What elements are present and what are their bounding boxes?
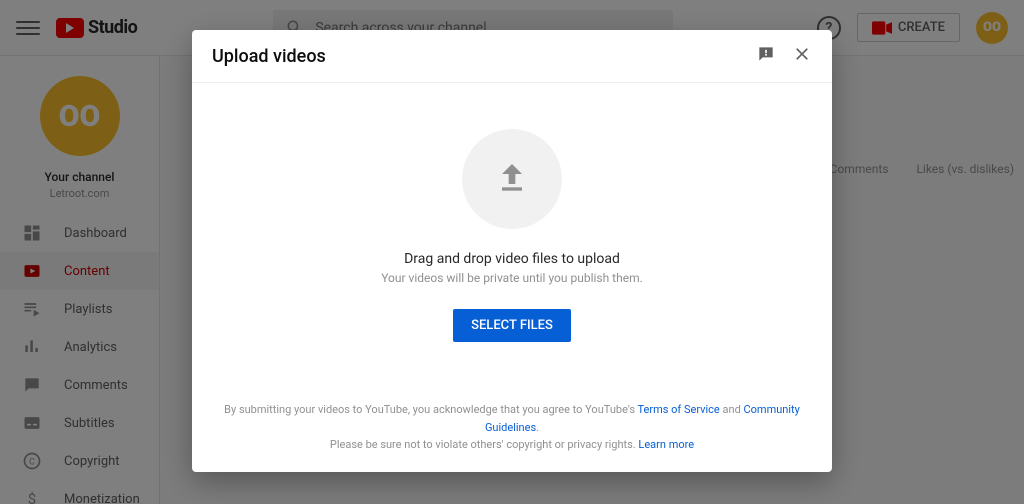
drop-title: Drag and drop video files to upload: [404, 251, 620, 267]
legal-dot: .: [536, 421, 539, 434]
modal-title: Upload videos: [212, 46, 326, 67]
upload-modal: Upload videos Drag and drop video files …: [192, 30, 832, 472]
modal-footer: By submitting your videos to YouTube, yo…: [192, 387, 832, 472]
legal-and: and: [720, 403, 744, 416]
upload-dropzone[interactable]: Drag and drop video files to upload Your…: [192, 83, 832, 387]
upload-icon: [462, 129, 562, 229]
legal-text-2: Please be sure not to violate others' co…: [330, 438, 639, 451]
modal-header: Upload videos: [192, 30, 832, 83]
select-files-button[interactable]: SELECT FILES: [453, 309, 571, 342]
drop-subtitle: Your videos will be private until you pu…: [381, 271, 643, 285]
close-icon[interactable]: [792, 44, 812, 68]
modal-overlay[interactable]: Upload videos Drag and drop video files …: [0, 0, 1024, 504]
legal-text-1: By submitting your videos to YouTube, yo…: [224, 403, 637, 416]
tos-link[interactable]: Terms of Service: [638, 403, 720, 416]
send-feedback-icon[interactable]: [756, 44, 776, 68]
learn-more-link[interactable]: Learn more: [638, 438, 694, 451]
